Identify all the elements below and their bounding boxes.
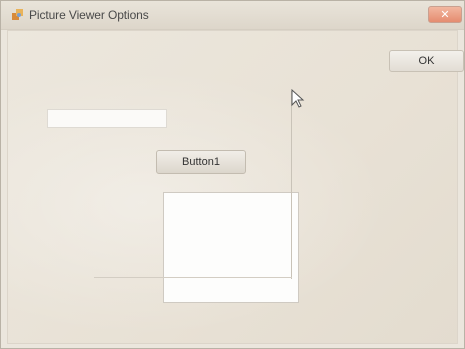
mouse-pointer-icon xyxy=(291,89,305,108)
app-icon xyxy=(12,9,23,20)
close-icon: ✕ xyxy=(440,9,450,21)
ok-button[interactable]: OK xyxy=(389,50,464,72)
text-input[interactable] xyxy=(47,109,167,128)
button1[interactable]: Button1 xyxy=(156,150,246,174)
picture-box xyxy=(163,192,299,303)
title-bar[interactable]: Picture Viewer Options ✕ xyxy=(1,1,464,30)
window-title: Picture Viewer Options xyxy=(29,8,149,22)
close-button[interactable]: ✕ xyxy=(428,6,462,23)
splitter-vertical[interactable] xyxy=(291,91,292,279)
picture-viewer-options-window: Picture Viewer Options ✕ OK Button1 xyxy=(0,0,465,349)
splitter-horizontal[interactable] xyxy=(94,277,292,278)
